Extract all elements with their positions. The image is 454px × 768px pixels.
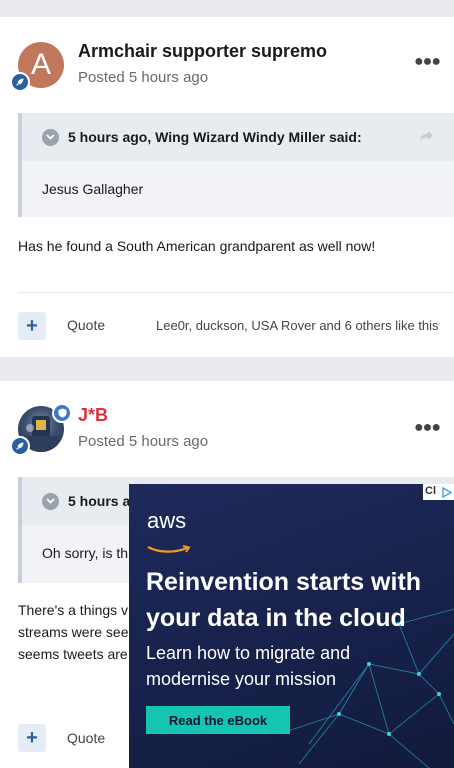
author-name[interactable]: J*B — [78, 405, 108, 426]
post-timestamp[interactable]: Posted 5 hours ago — [78, 433, 208, 450]
ad-banner[interactable]: Cl aws Reinvention starts with your data… — [129, 484, 454, 768]
quote-block: 5 hours ago, Wing Wizard Windy Miller sa… — [18, 113, 454, 217]
ad-sub-line: modernise your mission — [146, 669, 337, 689]
ad-sub-line: Learn how to migrate and — [146, 643, 351, 663]
more-dots-icon[interactable]: ●●● — [414, 53, 441, 71]
ad-subheadline: Learn how to migrate and modernise your … — [146, 640, 350, 692]
quote-body: Jesus Gallagher — [42, 181, 144, 197]
shield-icon — [52, 403, 72, 423]
read-ebook-button[interactable]: Read the eBook — [146, 706, 290, 734]
more-dots-icon[interactable]: ●●● — [414, 419, 441, 437]
quote-button[interactable]: Quote — [67, 317, 105, 333]
author-name[interactable]: Armchair supporter supremo — [78, 41, 327, 62]
rocket-icon — [10, 436, 30, 456]
ad-headline: Reinvention starts with your data in the… — [146, 564, 421, 636]
ad-close-button[interactable]: Cl — [423, 484, 454, 500]
quote-header[interactable]: 5 hours ago, Wing Wizard Windy Miller sa… — [22, 113, 454, 161]
plus-icon: + — [26, 314, 38, 337]
adchoices-icon[interactable] — [438, 484, 454, 500]
plus-icon: + — [26, 726, 38, 749]
ad-close-label: Cl — [423, 484, 438, 500]
avatar[interactable]: A — [10, 42, 64, 92]
likes-summary[interactable]: Lee0r, duckson, USA Rover and 6 others l… — [156, 318, 439, 333]
chevron-down-icon[interactable] — [42, 492, 59, 510]
aws-logo: aws — [147, 508, 191, 560]
quote-button[interactable]: Quote — [67, 730, 105, 746]
divider — [18, 292, 454, 293]
react-plus-button[interactable]: + — [18, 312, 46, 340]
rocket-icon — [10, 72, 30, 92]
aws-logo-text: aws — [147, 508, 187, 533]
post-content: Has he found a South American grandparen… — [18, 238, 376, 254]
ad-headline-line: Reinvention starts with — [146, 568, 422, 596]
post-card: A Armchair supporter supremo Posted 5 ho… — [0, 17, 454, 357]
avatar[interactable] — [10, 403, 72, 456]
ad-headline-line: your data in the cloud — [146, 604, 406, 632]
share-arrow-icon[interactable] — [419, 129, 434, 147]
post-timestamp[interactable]: Posted 5 hours ago — [78, 69, 208, 86]
chevron-down-icon[interactable] — [42, 128, 59, 146]
smile-arrow-icon — [147, 545, 191, 553]
quote-attribution: 5 hours ago, Wing Wizard Windy Miller sa… — [68, 129, 362, 145]
react-plus-button[interactable]: + — [18, 724, 46, 752]
